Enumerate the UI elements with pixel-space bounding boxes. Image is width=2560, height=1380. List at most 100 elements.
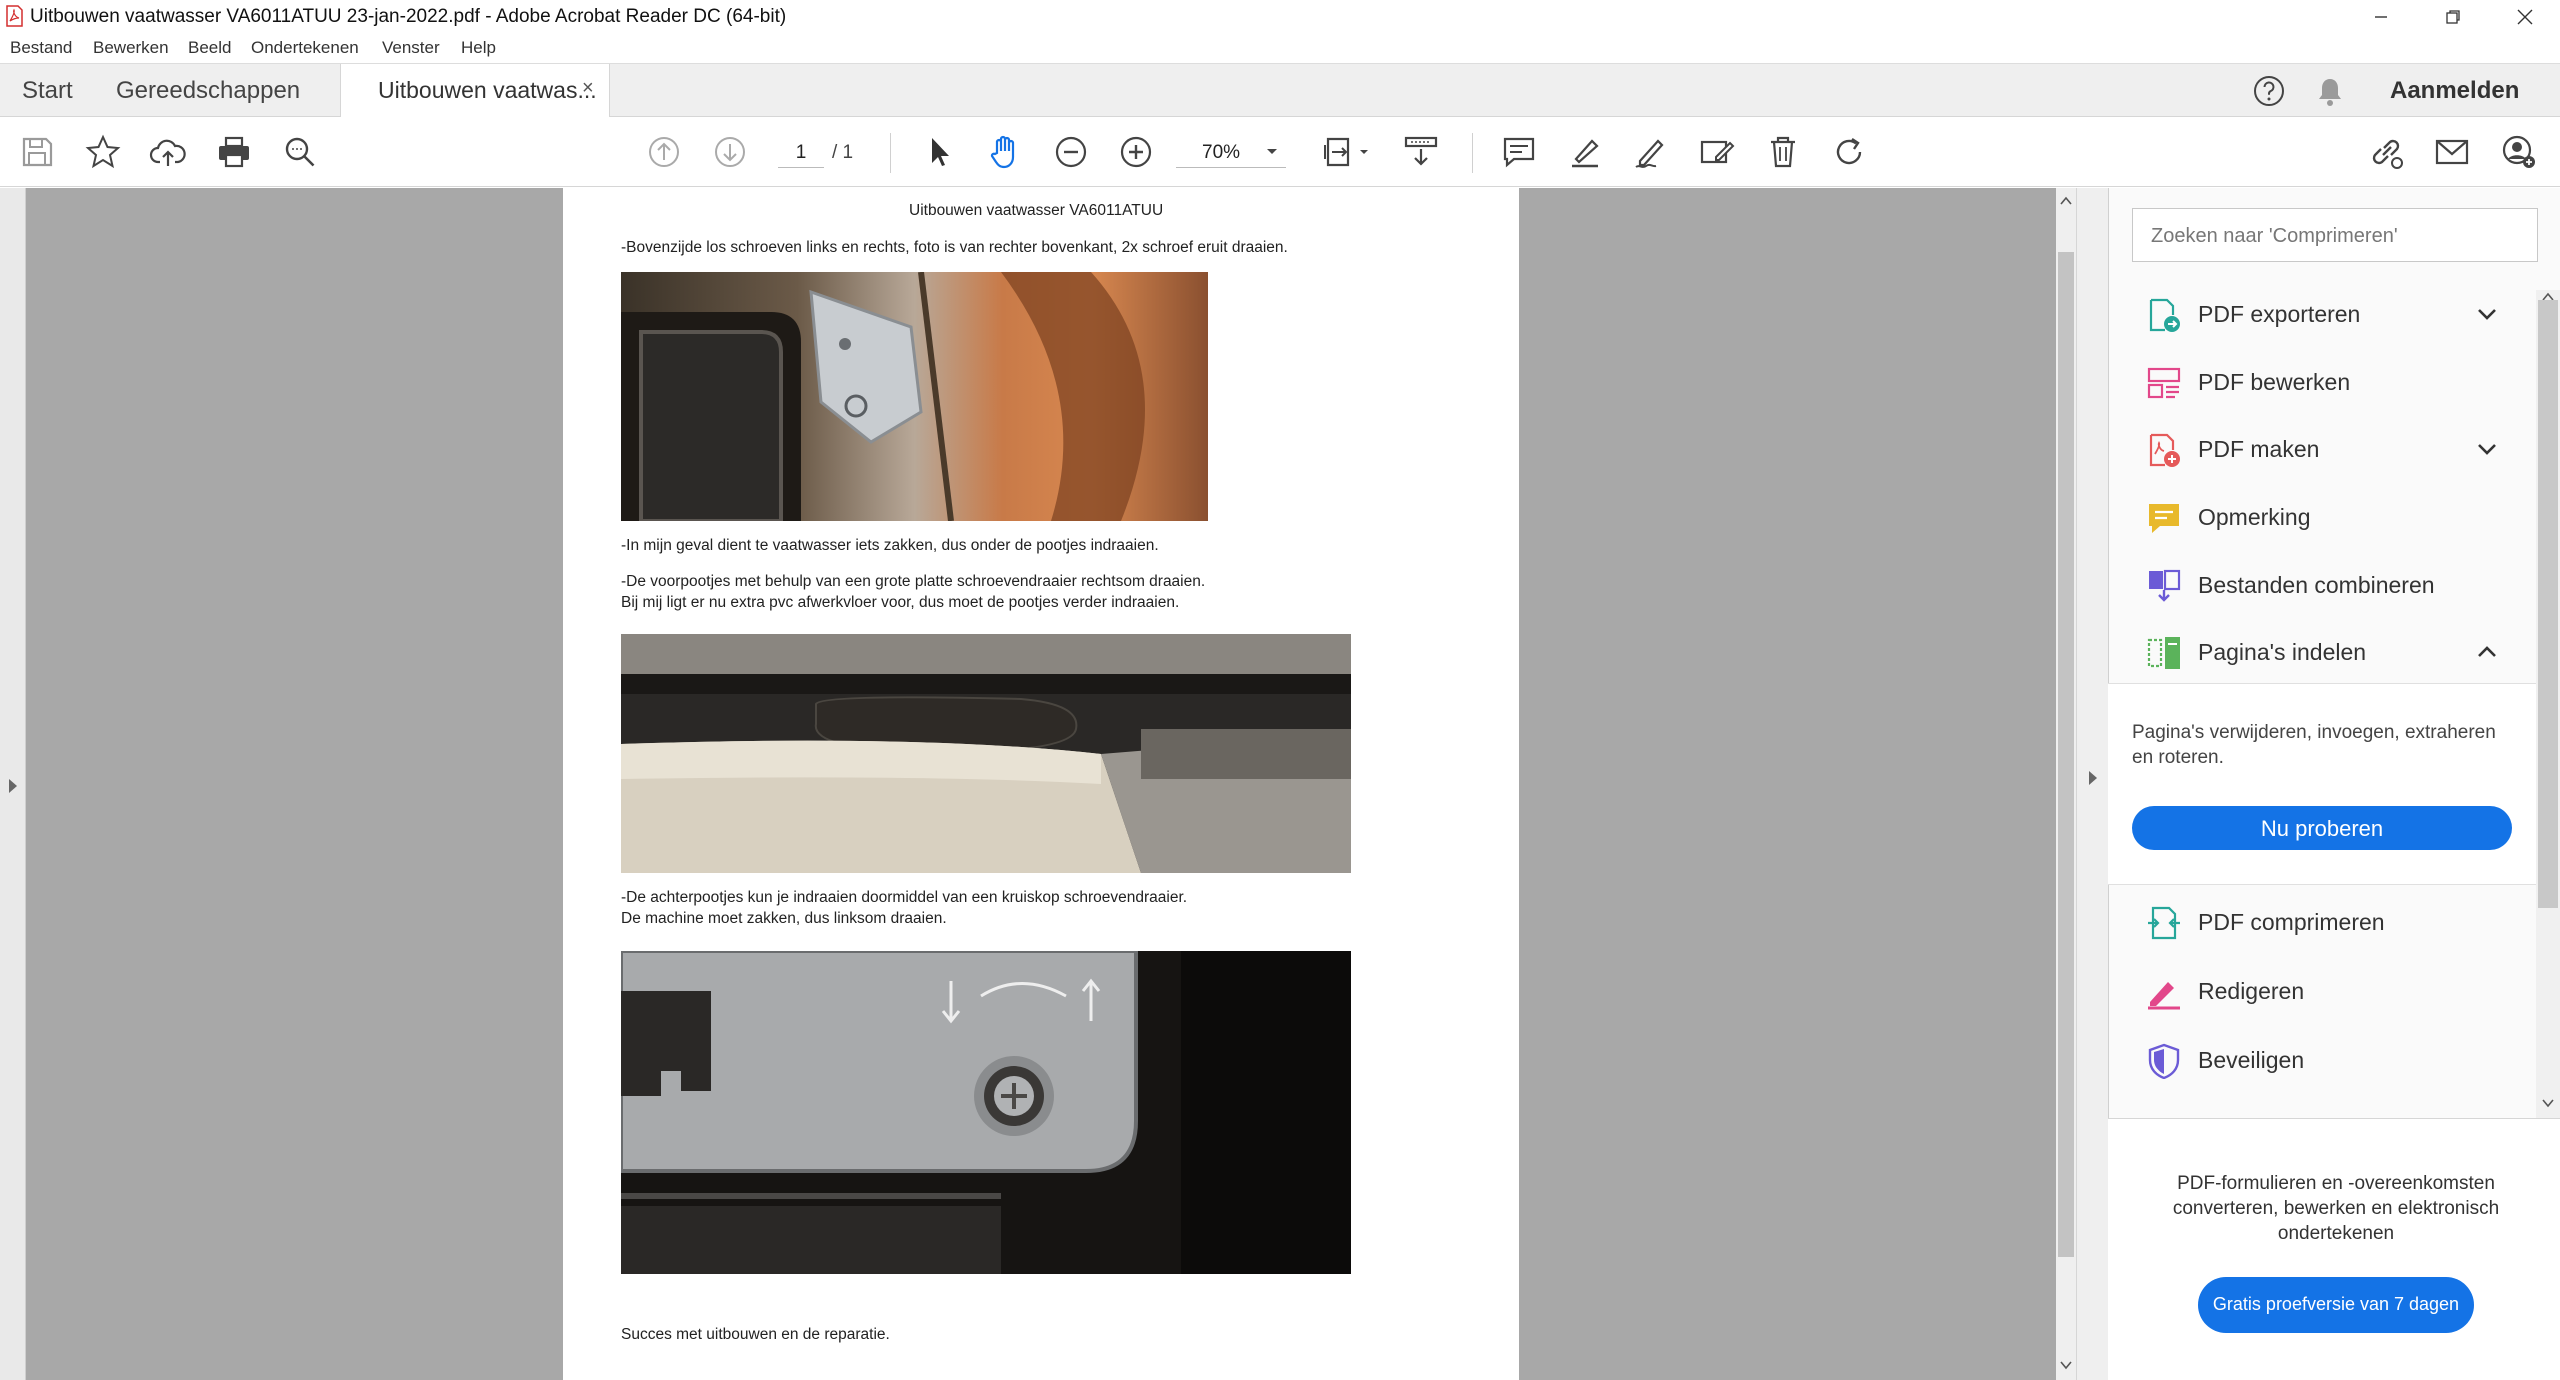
tool-label: PDF exporteren	[2198, 301, 2361, 327]
tool-comment[interactable]: Opmerking	[2108, 486, 2536, 550]
hand-icon	[990, 135, 1015, 169]
tool-redact[interactable]: Redigeren	[2108, 960, 2536, 1024]
close-window-button[interactable]	[2489, 0, 2560, 33]
tool-edit-pdf[interactable]: PDF bewerken	[2108, 351, 2536, 415]
paragraph: De machine moet zakken, dus linksom draa…	[621, 910, 947, 927]
fill-sign-icon	[1700, 140, 1735, 164]
add-people-button[interactable]	[2496, 129, 2542, 175]
paragraph: -In mijn geval dient te vaatwasser iets …	[621, 537, 1159, 554]
menu-bar: Bestand Bewerken Beeld Ondertekenen Vens…	[0, 33, 2560, 63]
sign-in-button[interactable]: Aanmelden	[2390, 77, 2519, 105]
zoom-level-select[interactable]: 70%	[1176, 136, 1286, 168]
notifications-bell-icon[interactable]	[2315, 76, 2345, 108]
select-tool-button[interactable]	[916, 129, 962, 175]
minimize-button[interactable]	[2345, 0, 2417, 33]
next-page-button[interactable]	[707, 129, 753, 175]
restore-button[interactable]	[2417, 0, 2489, 33]
scroll-up-icon	[2060, 196, 2072, 205]
organize-pages-description: Pagina's verwijderen, invoegen, extraher…	[2132, 722, 2496, 768]
rotate-button[interactable]	[1826, 129, 1872, 175]
arrow-up-circle-icon	[649, 137, 679, 167]
tools-pane-scrollbar-thumb[interactable]	[2538, 300, 2558, 908]
tab-bar: Start Gereedschappen Uitbouwen vaatwas..…	[0, 63, 2560, 118]
print-icon	[219, 136, 249, 168]
bookmark-button[interactable]	[80, 129, 126, 175]
star-icon	[85, 134, 121, 169]
find-button[interactable]	[277, 129, 323, 175]
tool-export-pdf[interactable]: PDF exporteren	[2108, 283, 2536, 347]
search-icon	[285, 137, 315, 167]
close-icon	[2517, 9, 2533, 24]
tab-tools[interactable]: Gereedschappen	[116, 77, 300, 105]
tool-create-pdf[interactable]: PDF maken	[2108, 418, 2536, 482]
tool-protect[interactable]: Beveiligen	[2108, 1029, 2536, 1093]
tool-organize-pages[interactable]: Pagina's indelen	[2108, 621, 2536, 685]
tool-label: Pagina's indelen	[2198, 639, 2367, 665]
pen-draw-icon	[1635, 139, 1664, 168]
left-panel-toggle[interactable]	[0, 188, 26, 1380]
hand-tool-button[interactable]	[982, 129, 1028, 175]
help-icon[interactable]	[2252, 74, 2286, 108]
menu-edit[interactable]: Bewerken	[93, 38, 169, 58]
title-bar: Uitbouwen vaatwasser VA6011ATUU 23-jan-2…	[0, 0, 2560, 33]
zoom-out-button[interactable]	[1048, 129, 1094, 175]
paragraph: -Bovenzijde los schroeven links en recht…	[621, 239, 1288, 256]
fill-sign-button[interactable]	[1694, 129, 1740, 175]
restore-icon	[2446, 9, 2460, 24]
chevron-down-icon[interactable]	[2474, 436, 2500, 462]
trash-icon	[1771, 136, 1795, 168]
print-button[interactable]	[211, 129, 257, 175]
chevron-down-icon[interactable]	[2474, 301, 2500, 327]
comment-button[interactable]	[1496, 129, 1542, 175]
tools-search-input[interactable]: Zoeken naar 'Comprimeren'	[2132, 208, 2538, 262]
try-now-button[interactable]: Nu proberen	[2132, 806, 2512, 850]
save-button[interactable]	[14, 129, 60, 175]
email-button[interactable]	[2429, 129, 2475, 175]
cloud-upload-icon	[149, 139, 186, 166]
scroll-mode-button[interactable]	[1398, 129, 1444, 175]
add-user-icon	[2502, 135, 2535, 168]
page-fit-button[interactable]	[1316, 129, 1376, 175]
delete-button[interactable]	[1760, 129, 1806, 175]
paragraph: Bij mij ligt er nu extra pvc afwerkvloer…	[621, 594, 1180, 611]
highlighter-icon	[1572, 139, 1599, 168]
organize-pages-details: Pagina's verwijderen, invoegen, extraher…	[2108, 683, 2536, 885]
tool-compress-pdf[interactable]: PDF comprimeren	[2108, 891, 2536, 955]
free-trial-button[interactable]: Gratis proefversie van 7 dagen	[2198, 1277, 2474, 1333]
zoom-out-icon	[1055, 136, 1087, 168]
right-panel-toggle[interactable]	[2076, 188, 2108, 1380]
minimize-icon	[2375, 15, 2387, 18]
tool-label: Redigeren	[2198, 978, 2305, 1004]
arrow-down-circle-icon	[715, 137, 745, 167]
document-scrollbar-thumb[interactable]	[2058, 252, 2074, 1257]
document-heading: Uitbouwen vaatwasser VA6011ATUU	[909, 202, 1164, 219]
tab-close-button[interactable]: ×	[582, 77, 594, 100]
previous-page-button[interactable]	[641, 129, 687, 175]
draw-button[interactable]	[1628, 129, 1674, 175]
tool-label: Opmerking	[2198, 504, 2311, 530]
acrobat-icon	[6, 5, 23, 27]
zoom-in-button[interactable]	[1113, 129, 1159, 175]
share-link-button[interactable]	[2363, 129, 2409, 175]
menu-help[interactable]: Help	[461, 38, 496, 58]
menu-window[interactable]: Venster	[382, 38, 440, 58]
tool-combine-files[interactable]: Bestanden combineren	[2108, 554, 2536, 618]
compress-pdf-icon	[2148, 906, 2180, 940]
page-number-input[interactable]: 1	[778, 136, 824, 168]
tab-document[interactable]: Uitbouwen vaatwas... ×	[340, 64, 610, 118]
rear-foot-illustration	[621, 951, 1351, 1274]
chevron-right-icon	[2089, 771, 2097, 785]
tool-label: PDF maken	[2198, 436, 2320, 462]
tab-start[interactable]: Start	[22, 77, 73, 105]
fit-page-icon	[1324, 137, 1368, 167]
menu-file[interactable]: Bestand	[10, 38, 72, 58]
menu-sign[interactable]: Ondertekenen	[251, 38, 359, 58]
chevron-up-icon[interactable]	[2474, 639, 2500, 665]
photo-top-bracket	[621, 272, 1208, 521]
menu-view[interactable]: Beeld	[188, 38, 231, 58]
upload-button[interactable]	[145, 129, 191, 175]
combine-files-icon	[2149, 569, 2181, 602]
highlight-button[interactable]	[1562, 129, 1608, 175]
promo-text: PDF-formulieren en -overeenkomsten conve…	[2172, 1173, 2500, 1244]
protect-icon	[2148, 1043, 2180, 1079]
